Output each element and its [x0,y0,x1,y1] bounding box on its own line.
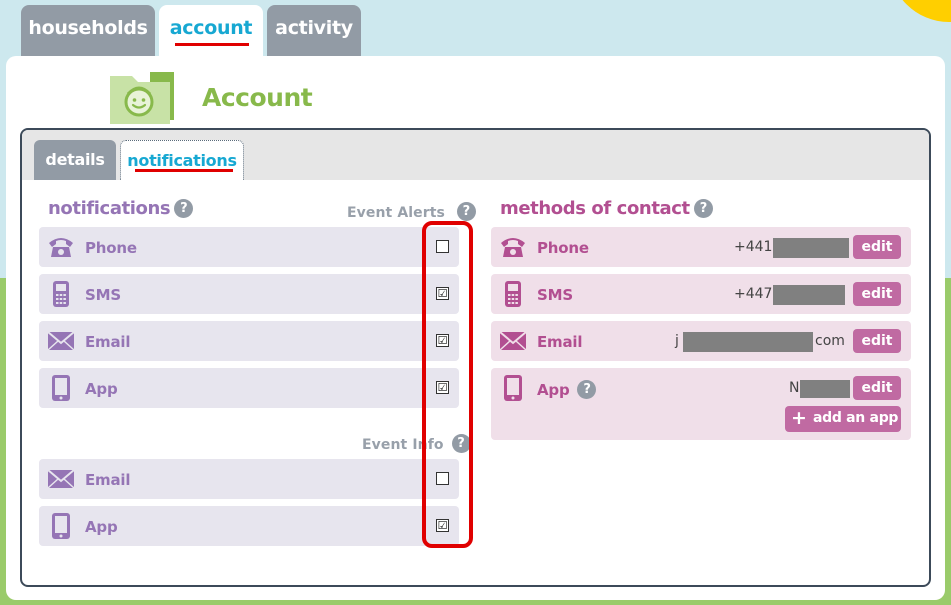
alert-app-checkbox[interactable]: ☑ [436,381,449,394]
tab-account[interactable]: account [159,5,263,57]
event-info-help-icon[interactable]: ? [451,434,471,453]
event-alerts-help-icon[interactable]: ? [456,202,476,221]
envelope-icon [47,469,75,489]
tab-activity[interactable]: activity [267,5,361,57]
alert-row-app: App ☑ [39,368,459,408]
account-panel: Account details notifications notificati… [6,56,945,600]
contact-row-sms-label: SMS [537,286,573,304]
tab-notifications[interactable]: notifications [120,140,244,180]
tab-account-underline [175,43,249,46]
tab-activity-label: activity [275,17,353,39]
tab-households-label: households [28,17,148,39]
alert-email-checkbox[interactable]: ☑ [436,334,449,347]
info-email-checkbox[interactable] [436,472,449,485]
event-alerts-label: Event Alerts? [347,202,476,221]
mobile-phone-icon [505,281,521,307]
contact-app-help-icon[interactable]: ? [577,380,597,399]
contact-row-sms: SMS +4479 edit [491,274,911,314]
tab-households[interactable]: households [21,5,155,57]
contact-row-app-label: App? [537,380,597,399]
edit-email-button[interactable]: edit [853,329,901,353]
methods-of-contact-heading-text: methods of contact [500,198,690,219]
contact-email-redaction [683,332,813,352]
contact-row-app: App? N edit + add an app [491,368,911,440]
alert-row-phone-label: Phone [85,239,137,257]
edit-sms-button[interactable]: edit [853,282,901,306]
contact-app-value: N [789,380,800,396]
tab-account-label: account [169,17,253,39]
add-app-button[interactable]: + add an app [785,406,901,432]
event-info-label-text: Event Info [362,437,444,453]
info-app-checkbox[interactable]: ☑ [436,519,449,532]
info-row-app: App ☑ [39,506,459,546]
phone-icon [49,238,73,257]
contact-row-app-label-text: App [537,381,570,399]
contact-row-phone: Phone +4414 edit [491,227,911,267]
contact-sms-redaction [773,285,845,305]
info-row-app-label: App [85,518,118,536]
sub-tab-bar: details notifications [22,130,929,180]
tablet-icon [52,513,70,539]
tab-notifications-label: notifications [127,151,237,170]
tablet-icon [504,375,522,401]
phone-icon [501,238,525,257]
page-title: Account [202,83,313,112]
info-row-email: Email [39,459,459,499]
methods-of-contact-heading: methods of contact? [500,198,713,219]
alert-row-sms-label: SMS [85,286,121,304]
event-info-label: Event Info? [362,434,471,453]
notifications-heading: notifications? [48,198,194,219]
contact-row-email: Email j com edit [491,321,911,361]
add-app-label: add an app [813,410,899,426]
notifications-heading-text: notifications [48,198,171,219]
contact-app-redaction [800,380,850,398]
mobile-phone-icon [53,281,69,307]
alert-row-phone: Phone [39,227,459,267]
contact-email-value-end: com [815,333,845,349]
alert-row-app-label: App [85,380,118,398]
notifications-help-icon[interactable]: ? [174,199,194,218]
alert-sms-checkbox[interactable]: ☑ [436,287,449,300]
alert-phone-checkbox[interactable] [436,240,449,253]
tab-details-label: details [45,150,105,169]
edit-phone-button[interactable]: edit [853,235,901,259]
info-row-email-label: Email [85,471,131,489]
folder-face-icon [110,72,174,124]
settings-box: details notifications notifications? Eve… [20,128,931,587]
event-alerts-label-text: Event Alerts [347,205,445,221]
contact-row-phone-label: Phone [537,239,589,257]
methods-of-contact-help-icon[interactable]: ? [693,199,713,218]
contact-row-email-label: Email [537,333,583,351]
alert-row-sms: SMS ☑ [39,274,459,314]
tablet-icon [52,375,70,401]
edit-app-button[interactable]: edit [853,376,901,400]
tab-notifications-underline [135,169,233,172]
tab-details[interactable]: details [34,140,116,180]
envelope-icon [499,331,527,351]
envelope-icon [47,331,75,351]
plus-icon: + [791,407,807,429]
contact-phone-redaction [773,238,849,258]
alert-row-email: Email ☑ [39,321,459,361]
alert-row-email-label: Email [85,333,131,351]
sun-decoration [889,0,951,22]
contact-email-value-start: j [675,333,679,349]
